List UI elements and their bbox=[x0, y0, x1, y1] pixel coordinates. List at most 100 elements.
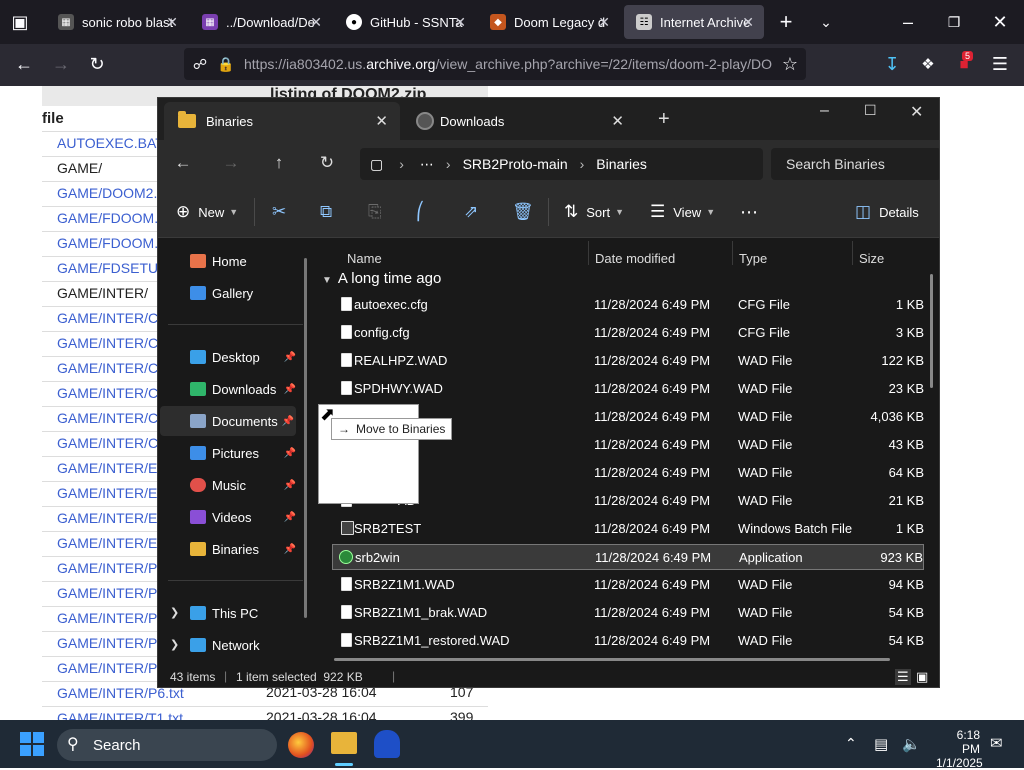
close-icon[interactable]: ✕ bbox=[454, 14, 466, 31]
explorer-tab-binaries[interactable]: Binaries ✕ bbox=[164, 102, 400, 140]
listing-file-link[interactable]: GAME/INTER/C bbox=[57, 360, 158, 376]
listing-file-link[interactable]: GAME/INTER/E bbox=[57, 535, 157, 551]
breadcrumb-item[interactable]: Binaries bbox=[596, 156, 647, 172]
clock[interactable]: 6:18 PM 1/1/2025 bbox=[936, 728, 983, 770]
listing-file-link[interactable]: GAME/INTER/E bbox=[57, 510, 157, 526]
new-button[interactable]: ⊕ New ▼ bbox=[176, 201, 238, 223]
explorer-tab-downloads[interactable]: Downloads ✕ bbox=[406, 102, 636, 140]
listing-file-link[interactable]: GAME/INTER/C bbox=[57, 385, 158, 401]
listing-file-link[interactable]: AUTOEXEC.BAT bbox=[57, 135, 164, 151]
details-view-icon[interactable]: ☰ bbox=[895, 669, 911, 685]
listing-file-link[interactable]: GAME/INTER/T1.txt bbox=[57, 710, 183, 720]
browser-tab-2[interactable]: ▦ ../Download/De ✕ bbox=[190, 5, 332, 39]
sidebar-item-binaries[interactable]: Binaries 📌 bbox=[158, 534, 298, 564]
volume-muted-icon[interactable]: 🔈 bbox=[902, 735, 921, 753]
tab-list-icon[interactable]: ⌄ bbox=[812, 8, 840, 36]
close-icon[interactable]: ✕ bbox=[611, 112, 624, 130]
pin-icon[interactable]: 📌 bbox=[284, 512, 296, 523]
sidebar-item-documents[interactable]: Documents 📌 bbox=[160, 406, 296, 436]
more-icon[interactable]: ⋯ bbox=[420, 156, 434, 173]
start-button[interactable] bbox=[20, 732, 44, 756]
file-row[interactable]: SPDHWY.WAD 11/28/2024 6:49 PM WAD File 23 K… bbox=[332, 376, 924, 402]
file-list-scrollbar[interactable] bbox=[930, 274, 933, 388]
file-row[interactable]: REALHPZ.WAD 11/28/2024 6:49 PM WAD File 122… bbox=[332, 348, 924, 374]
network-tray-icon[interactable]: ▤ bbox=[874, 735, 888, 753]
new-tab-icon[interactable]: + bbox=[658, 108, 670, 131]
close-icon[interactable]: ✕ bbox=[742, 14, 754, 31]
column-type[interactable]: Type bbox=[739, 251, 767, 266]
browser-tab-5[interactable]: ☷ Internet Archive ✕ bbox=[624, 5, 764, 39]
listing-file-link[interactable]: GAME/INTER/E bbox=[57, 460, 157, 476]
srb2-taskbar-icon[interactable] bbox=[374, 730, 400, 758]
restore-icon[interactable]: ❐ bbox=[940, 8, 968, 36]
sidebar-item-downloads[interactable]: Downloads 📌 bbox=[158, 374, 298, 404]
browser-tab-1[interactable]: ▦ sonic robo blast ✕ bbox=[46, 5, 188, 39]
search-input[interactable]: Search Binaries bbox=[771, 148, 939, 180]
back-icon[interactable]: ← bbox=[10, 50, 38, 78]
breadcrumb[interactable]: ▢ › ⋯ › SRB2Proto-main › Binaries bbox=[360, 148, 763, 180]
pin-icon[interactable]: 📌 bbox=[284, 352, 296, 363]
listing-file-link[interactable]: GAME/INTER/P bbox=[57, 635, 157, 651]
group-header[interactable]: ▼ A long time ago bbox=[322, 270, 441, 287]
close-icon[interactable]: ✕ bbox=[375, 112, 388, 130]
new-tab-icon[interactable]: + bbox=[772, 8, 800, 36]
close-window-icon[interactable]: ✕ bbox=[910, 102, 923, 122]
sidebar-scrollbar[interactable] bbox=[304, 258, 307, 618]
details-button[interactable]: ◫ Details bbox=[855, 201, 919, 223]
listing-file-link[interactable]: GAME/INTER/C bbox=[57, 310, 158, 326]
menu-icon[interactable]: ☰ bbox=[986, 50, 1014, 78]
sidebar-item-videos[interactable]: Videos 📌 bbox=[158, 502, 298, 532]
browser-tab-4[interactable]: ◆ Doom Legacy d ✕ bbox=[478, 5, 620, 39]
notification-icon[interactable]: ✉ bbox=[990, 734, 1003, 752]
file-row[interactable]: autoexec.cfg 11/28/2024 6:49 PM CFG File 1 … bbox=[332, 292, 924, 318]
sort-button[interactable]: ⇅ Sort ▼ bbox=[564, 201, 624, 223]
sidebar-item-pictures[interactable]: Pictures 📌 bbox=[158, 438, 298, 468]
listing-file-link[interactable]: GAME/DOOM2. bbox=[57, 185, 157, 201]
back-icon[interactable]: ← bbox=[168, 150, 198, 176]
listing-file-link[interactable]: GAME/INTER/C bbox=[57, 410, 158, 426]
listing-file-link[interactable]: GAME/FDOOM. bbox=[57, 235, 158, 251]
listing-file-link[interactable]: GAME/INTER/C bbox=[57, 335, 158, 351]
file-row[interactable]: srb2win 11/28/2024 6:49 PM Application 923 … bbox=[332, 544, 924, 570]
pin-icon[interactable]: 📌 bbox=[284, 544, 296, 555]
listing-file-link[interactable]: GAME/INTER/P bbox=[57, 660, 157, 676]
share-button[interactable]: ⇗ bbox=[464, 201, 486, 223]
chevron-up-icon[interactable]: ⌃ bbox=[845, 735, 857, 752]
sidebar-item-network[interactable]: Network bbox=[158, 630, 298, 660]
listing-file-link[interactable]: GAME/FDOOM. bbox=[57, 210, 158, 226]
refresh-icon[interactable]: ↻ bbox=[312, 150, 342, 176]
sidebar-item-this-pc[interactable]: This PC bbox=[158, 598, 298, 628]
listing-file-link[interactable]: GAME/INTER/P bbox=[57, 560, 157, 576]
breadcrumb-item[interactable]: SRB2Proto-main bbox=[463, 156, 568, 172]
copy-button[interactable]: ⧉ bbox=[320, 201, 340, 223]
browser-tab-3[interactable]: ● GitHub - SSNTa ✕ bbox=[334, 5, 476, 39]
sidebar-item-home[interactable]: Home bbox=[158, 246, 298, 276]
sidebar-item-gallery[interactable]: Gallery bbox=[158, 278, 298, 308]
delete-button[interactable]: 🗑 bbox=[512, 201, 542, 223]
horizontal-scrollbar[interactable] bbox=[334, 658, 890, 661]
tab-overview-icon[interactable]: ▣ bbox=[6, 8, 34, 36]
paste-button[interactable]: ⎘ bbox=[368, 201, 390, 223]
listing-file-link[interactable]: GAME/INTER/C bbox=[57, 435, 158, 451]
file-row[interactable]: config.cfg 11/28/2024 6:49 PM CFG File 3 KB bbox=[332, 320, 924, 346]
file-row[interactable]: SRB2Z1M1_restored.WAD 11/28/2024 6:49 PM W… bbox=[332, 628, 924, 654]
view-button[interactable]: ☰ View ▼ bbox=[650, 201, 715, 223]
minimize-icon[interactable]: – bbox=[820, 102, 829, 120]
taskbar-search[interactable]: ⚲ Search bbox=[57, 729, 277, 761]
sidebar-item-desktop[interactable]: Desktop 📌 bbox=[158, 342, 298, 372]
column-size[interactable]: Size bbox=[859, 251, 884, 266]
forward-icon[interactable]: → bbox=[216, 150, 246, 176]
file-row[interactable]: SRB2Z1M1_brak.WAD 11/28/2024 6:49 PM WAD F… bbox=[332, 600, 924, 626]
listing-file-link[interactable]: GAME/FDSETU bbox=[57, 260, 158, 276]
cut-button[interactable]: ✂ bbox=[272, 201, 294, 223]
listing-file-link[interactable]: GAME/INTER/P bbox=[57, 610, 157, 626]
close-icon[interactable]: ✕ bbox=[310, 14, 322, 31]
file-row[interactable]: SRB2Z1M1.WAD 11/28/2024 6:49 PM WAD File 94… bbox=[332, 572, 924, 598]
file-row[interactable]: SRB2TEST 11/28/2024 6:49 PM Windows Batch … bbox=[332, 516, 924, 542]
close-icon[interactable]: ✕ bbox=[598, 14, 610, 31]
file-row[interactable]: AD11/28/2024 6:49 PMWAD File21 KB bbox=[332, 488, 924, 514]
shield-icon[interactable]: ☍ bbox=[186, 50, 214, 78]
column-name[interactable]: Name bbox=[347, 251, 382, 266]
close-window-icon[interactable]: ✕ bbox=[986, 8, 1014, 36]
file-row[interactable]: AD11/28/2024 6:49 PMWAD File64 KB bbox=[332, 460, 924, 486]
